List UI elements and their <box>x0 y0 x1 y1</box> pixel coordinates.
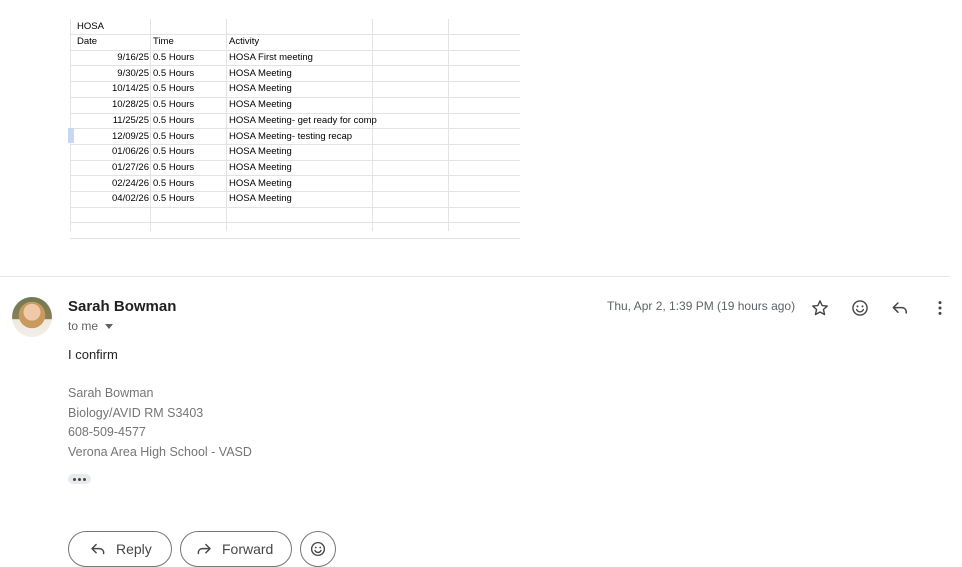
cell-activity: HOSA First meeting <box>229 52 313 63</box>
signature-phone: 608-509-4577 <box>68 425 146 439</box>
cell-time: 0.5 Hours <box>153 114 195 126</box>
avatar[interactable] <box>12 297 52 337</box>
grid-line <box>448 19 449 231</box>
cell-time: 0.5 Hours <box>153 146 195 158</box>
cell-date: 10/28/25 <box>112 99 149 111</box>
sender-name[interactable]: Sarah Bowman <box>68 298 176 315</box>
chevron-down-icon <box>105 324 114 329</box>
cell-time: 0.5 Hours <box>153 67 195 79</box>
more-vert-icon[interactable] <box>928 296 952 320</box>
cell-activity: HOSA Meeting- get ready for comp <box>229 114 377 126</box>
forward-button[interactable]: Forward <box>180 531 292 567</box>
cell-activity: HOSA Meeting- testing recap <box>229 130 353 142</box>
cell-time: 0.5 Hours <box>153 193 195 205</box>
reply-icon[interactable] <box>888 296 912 320</box>
cell-time: 0.5 Hours <box>153 177 195 189</box>
sheet-title: HOSA <box>77 21 104 32</box>
recipient-label: to me <box>68 319 99 333</box>
cell-time: 0.5 Hours <box>153 83 195 95</box>
cell-time: 0.5 Hours <box>153 130 195 142</box>
grid-line <box>150 19 151 231</box>
cell-time: 0.5 Hours <box>153 99 195 111</box>
signature-title: Biology/AVID RM S3403 <box>68 406 204 420</box>
cell-activity: HOSA Meeting <box>229 193 292 205</box>
cell-activity: HOSA Meeting <box>229 161 292 173</box>
grid-line <box>70 34 520 35</box>
grid-line <box>70 238 520 240</box>
grid-line <box>70 222 520 224</box>
reply-button[interactable]: Reply <box>68 531 172 567</box>
message-divider <box>0 276 950 277</box>
emoji-reaction-button[interactable] <box>300 531 336 567</box>
hosa-attendance-sheet: HOSA Date Time Activity 9/16/25 0.5 Hours… <box>68 19 520 240</box>
emoji-icon <box>309 540 327 558</box>
cell-activity: HOSA Meeting <box>229 99 292 111</box>
forward-label: Forward <box>222 541 274 557</box>
forward-icon <box>195 540 213 558</box>
star-icon[interactable] <box>808 296 832 320</box>
cell-date: 01/27/26 <box>112 161 149 173</box>
header-time: Time <box>153 36 174 47</box>
cell-activity: HOSA Meeting <box>229 177 292 189</box>
cell-date: 04/02/26 <box>112 193 149 205</box>
header-date: Date <box>77 36 98 47</box>
emoji-reaction-icon[interactable] <box>848 296 872 320</box>
cell-date: 9/30/25 <box>117 67 149 79</box>
cell-date: 10/14/25 <box>112 83 149 95</box>
recipient-details-toggle[interactable]: to me <box>68 319 114 333</box>
cell-time: 0.5 Hours <box>153 161 195 173</box>
signature-school: Verona Area High School - VASD <box>68 445 252 459</box>
cell-activity: HOSA Meeting <box>229 146 292 158</box>
grid-line <box>70 206 520 208</box>
cell-activity: HOSA Meeting <box>229 67 292 79</box>
cell-date: 01/06/26 <box>112 146 149 158</box>
cell-time: 0.5 Hours <box>153 52 195 63</box>
reply-label: Reply <box>116 541 152 557</box>
cell-date: 9/16/25 <box>117 52 149 63</box>
cell-date: 02/24/26 <box>112 177 149 189</box>
message-body: I confirm <box>68 347 118 362</box>
cell-date: 11/25/25 <box>112 114 149 126</box>
show-trimmed-content-button[interactable] <box>68 474 91 484</box>
cell-date: 12/09/25 <box>112 130 149 142</box>
header-activity: Activity <box>229 36 260 47</box>
signature-name: Sarah Bowman <box>68 386 154 400</box>
reply-icon <box>89 540 107 558</box>
message-date: Thu, Apr 2, 1:39 PM (19 hours ago) <box>607 299 796 313</box>
cell-activity: HOSA Meeting <box>229 83 292 95</box>
grid-line <box>226 19 227 231</box>
